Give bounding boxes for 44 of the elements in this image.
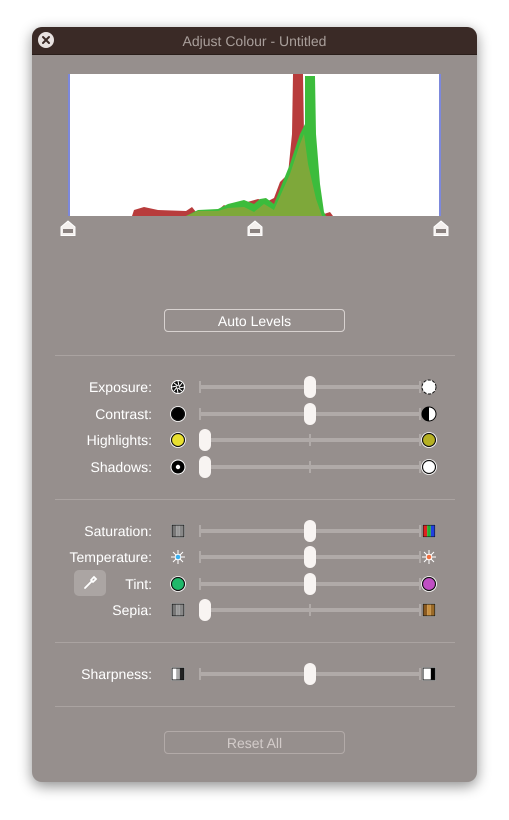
aperture-icon xyxy=(170,379,186,395)
close-icon[interactable] xyxy=(38,32,54,48)
swatch-icon xyxy=(170,666,186,682)
slider-thumb[interactable] xyxy=(304,663,316,685)
slider-label: Tint: xyxy=(125,576,152,592)
circle-icon xyxy=(421,432,437,448)
half-circle-icon xyxy=(421,406,437,422)
eyedropper-button[interactable] xyxy=(74,570,106,596)
swatch-icon xyxy=(170,602,186,618)
slider-thumb[interactable] xyxy=(304,402,316,424)
auto-levels-button[interactable]: Auto Levels xyxy=(164,309,345,332)
slider-thumb[interactable] xyxy=(304,520,316,542)
slider-thumb[interactable] xyxy=(199,456,211,478)
slider-thumb[interactable] xyxy=(304,376,316,398)
swatch-icon xyxy=(421,666,437,682)
ring-icon xyxy=(170,458,186,474)
slider-thumb[interactable] xyxy=(199,429,211,451)
window-title: Adjust Colour - Untitled xyxy=(182,32,326,48)
level-handle[interactable] xyxy=(60,220,76,237)
circle-icon xyxy=(170,406,186,422)
swatch-icon xyxy=(170,522,186,538)
slider-label: Sepia: xyxy=(112,602,152,618)
sun-icon xyxy=(421,549,437,565)
circle-icon xyxy=(170,576,186,592)
slider-thumb[interactable] xyxy=(304,546,316,568)
circle-icon xyxy=(170,432,186,448)
slider-label: Saturation: xyxy=(84,522,152,538)
slider-thumb[interactable] xyxy=(304,572,316,594)
slider-label: Contrast: xyxy=(95,406,152,422)
swatch-icon xyxy=(421,522,437,538)
swatch-icon xyxy=(421,602,437,618)
eyedropper-icon xyxy=(82,574,98,590)
slider-label: Highlights: xyxy=(86,432,152,448)
level-handle[interactable] xyxy=(433,220,449,237)
aperture-icon xyxy=(421,379,437,395)
level-handle[interactable] xyxy=(246,220,262,237)
slider-label: Temperature: xyxy=(70,549,152,565)
slider-label: Exposure: xyxy=(88,379,152,395)
slider-label: Shadows: xyxy=(90,458,152,474)
slider-label: Sharpness: xyxy=(81,666,152,682)
circle-icon xyxy=(421,576,437,592)
slider-thumb[interactable] xyxy=(199,599,211,621)
circle-icon xyxy=(421,458,437,474)
sun-icon xyxy=(170,549,186,565)
